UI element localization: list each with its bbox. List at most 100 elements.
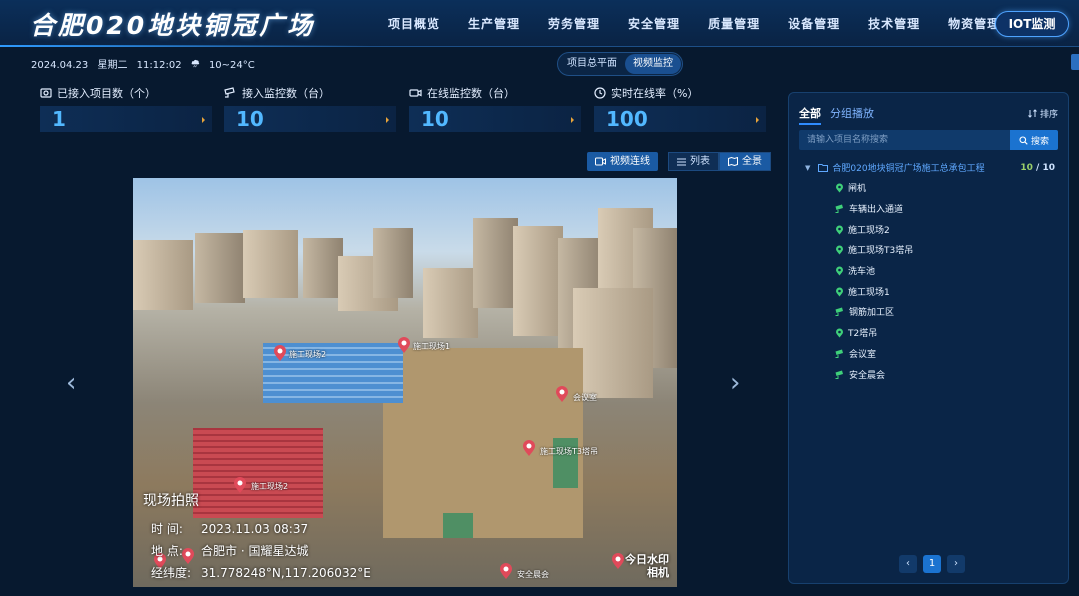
photo-overlay-title: 现场拍照	[143, 493, 199, 509]
tree-item-camera[interactable]: 施工现场1	[835, 285, 890, 298]
video-icon	[409, 89, 422, 97]
next-page-button[interactable]: ›	[947, 555, 965, 573]
map-icon	[728, 157, 738, 166]
tab-video-monitor[interactable]: 视频监控	[625, 54, 681, 74]
layout-switch: 列表 全景	[668, 152, 771, 171]
pagination: ‹ 1 ›	[899, 555, 971, 573]
marker-label: 安全晨会	[517, 570, 549, 579]
map-pin-icon[interactable]	[553, 385, 571, 403]
prev-page-button[interactable]: ‹	[899, 555, 917, 573]
tree-root-project[interactable]: ▼ 合肥020地块铜冠广场施工总承包工程 10 / 10	[805, 161, 1055, 175]
tree-item-camera[interactable]: 会议室	[835, 347, 876, 360]
tree-item-camera[interactable]: 施工现场2	[835, 223, 890, 236]
tab-all[interactable]: 全部	[799, 105, 821, 125]
panorama-view-button[interactable]: 全景	[719, 152, 771, 171]
caret-down-icon[interactable]: ▼	[805, 164, 810, 172]
watermark-line: 今日水印	[625, 553, 669, 566]
watermark-line: 相机	[647, 566, 669, 579]
map-pin-icon	[836, 225, 843, 234]
nav-item-quality[interactable]: 质量管理	[708, 15, 760, 32]
tree-root-label: 合肥020地块铜冠广场施工总承包工程	[832, 164, 985, 174]
cctv-icon	[835, 307, 843, 316]
app-title: 合肥020地块铜冠广场	[30, 11, 316, 40]
building	[133, 240, 193, 310]
building	[473, 218, 518, 308]
photo-coord-value: 31.778248°N,117.206032°E	[201, 566, 371, 580]
page-number-button[interactable]: 1	[923, 555, 941, 573]
nav-item-materials[interactable]: 物资管理	[948, 15, 1000, 32]
tree-item-camera[interactable]: 车辆出入通道	[835, 202, 903, 215]
online-count-value: 10	[1020, 162, 1033, 173]
online-count: 10 / 10	[1020, 163, 1055, 173]
view-switch: 项目总平面 视频监控	[557, 52, 683, 76]
map-pin-icon[interactable]	[497, 562, 515, 580]
next-arrow-icon[interactable]: ›	[730, 368, 740, 398]
tree-item-label: 施工现场2	[848, 226, 890, 236]
tree-item-label: 钢筋加工区	[849, 308, 895, 318]
panorama-view-label: 全景	[742, 156, 762, 167]
sort-button[interactable]: 排序	[1028, 107, 1058, 120]
tree-item-label: 施工现场1	[848, 288, 890, 298]
time-text: 11:12:02	[136, 60, 182, 71]
project-search-input[interactable]	[799, 130, 1010, 150]
stat-label: 在线监控数（台）	[427, 87, 515, 100]
building	[373, 228, 413, 298]
camera-watermark: 今日水印 相机	[625, 553, 669, 579]
map-pin-icon[interactable]	[231, 476, 249, 494]
list-view-button[interactable]: 列表	[668, 152, 719, 171]
marker-label: 施工现场T3塔吊	[540, 447, 598, 456]
nav-item-production[interactable]: 生产管理	[468, 15, 520, 32]
stat-online-cameras: 在线监控数（台） 10	[409, 86, 584, 132]
nav-item-technology[interactable]: 技术管理	[868, 15, 920, 32]
photo-time-value: 2023.11.03 08:37	[201, 522, 309, 536]
tree-item-camera[interactable]: 钢筋加工区	[835, 305, 894, 318]
stat-value: 10	[409, 106, 581, 132]
video-connect-label: 视频连线	[610, 156, 650, 167]
building	[195, 233, 245, 303]
tree-item-camera[interactable]: 施工现场T3塔吊	[835, 243, 913, 256]
sort-label: 排序	[1039, 110, 1058, 120]
video-connect-button[interactable]: 视频连线	[587, 152, 658, 171]
tab-group-play[interactable]: 分组播放	[830, 105, 874, 125]
tree-item-label: 施工现场T3塔吊	[848, 246, 914, 256]
video-call-icon	[595, 157, 606, 166]
list-icon	[677, 158, 686, 165]
search-icon	[1019, 135, 1028, 145]
stat-projects: 已接入项目数（个） 1	[40, 86, 215, 132]
building	[573, 288, 653, 398]
nav-item-overview[interactable]: 项目概览	[388, 15, 440, 32]
map-pin-icon	[836, 245, 843, 254]
iot-monitor-button[interactable]: IOT监测	[995, 11, 1069, 37]
prev-arrow-icon[interactable]: ‹	[66, 368, 76, 398]
list-view-label: 列表	[690, 156, 710, 167]
building	[243, 230, 298, 298]
tree-item-camera[interactable]: 闸机	[835, 181, 866, 194]
photo-coord-key: 经纬度:	[151, 566, 192, 580]
marker-label: 施工现场2	[289, 350, 327, 359]
stat-value: 1	[40, 106, 212, 132]
tree-item-label: 安全晨会	[849, 371, 886, 381]
site-photo[interactable]: 施工现场2 施工现场1 会议室 施工现场T3塔吊 施工现场2 安全晨会 现场拍照…	[133, 178, 677, 587]
side-panel-toggle[interactable]	[1071, 54, 1079, 70]
temperature-text: 10~24°C	[208, 60, 255, 71]
photo-coordinates: 经纬度: 31.778248°N,117.206032°E	[151, 564, 371, 581]
search-row: 搜索	[799, 130, 1058, 150]
tree-item-camera[interactable]: T2塔吊	[835, 326, 877, 339]
tree-item-camera[interactable]: 安全晨会	[835, 368, 885, 381]
nav-item-safety[interactable]: 安全管理	[628, 15, 680, 32]
tree-item-label: 闸机	[848, 184, 867, 194]
nav-item-equipment[interactable]: 设备管理	[788, 15, 840, 32]
date-text: 2024.04.23	[31, 60, 89, 71]
nav-item-labor[interactable]: 劳务管理	[548, 15, 600, 32]
map-pin-icon[interactable]	[395, 336, 413, 354]
building	[303, 238, 343, 298]
map-pin-icon[interactable]	[271, 344, 289, 362]
search-button[interactable]: 搜索	[1010, 130, 1058, 150]
cctv-icon	[835, 349, 843, 358]
tab-site-plan[interactable]: 项目总平面	[559, 54, 625, 74]
red-roof	[193, 428, 323, 518]
tree-item-camera[interactable]: 洗车池	[835, 264, 875, 277]
map-pin-icon[interactable]	[520, 439, 538, 457]
tree-item-label: 会议室	[849, 350, 877, 360]
main-nav: 项目概览 生产管理 劳务管理 安全管理 质量管理 设备管理 技术管理 物资管理	[388, 0, 1028, 46]
